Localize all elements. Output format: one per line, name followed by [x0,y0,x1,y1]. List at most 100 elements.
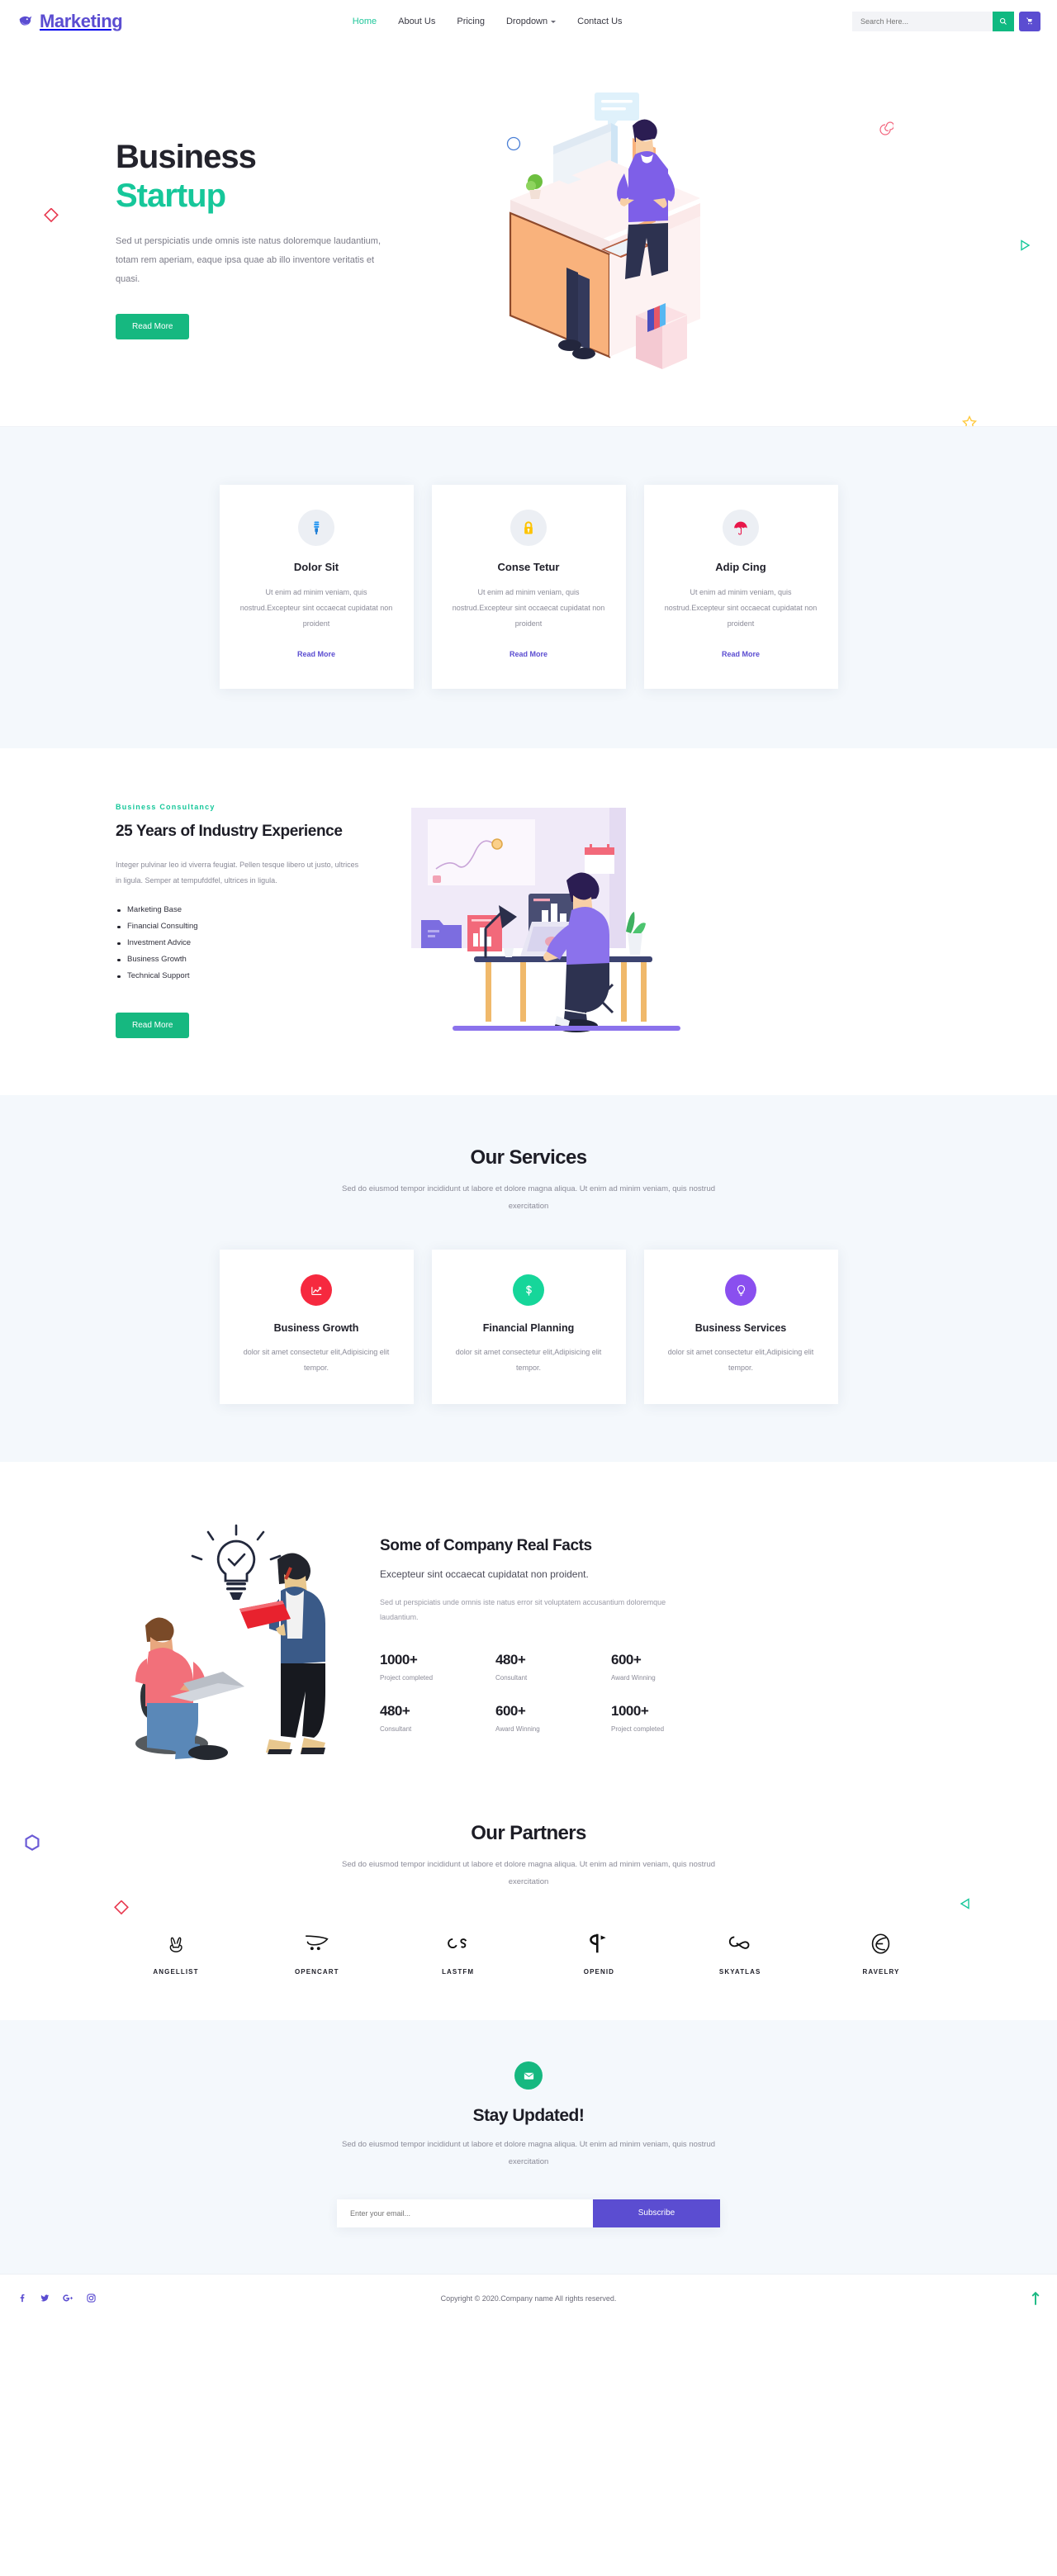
hero-title-line1: Business [116,138,257,175]
feature-card-title: Conse Tetur [497,561,560,573]
experience-illustration [388,801,718,1041]
openid-icon [588,1929,609,1957]
nav-link-dropdown[interactable]: Dropdown [505,17,557,26]
newsletter-subtitle: Sed do eiusmod tempor incididunt ut labo… [341,2140,716,2166]
chevron-down-icon [551,20,557,23]
deco-circle-outline [505,135,522,156]
feature-card-read-more[interactable]: Read More [722,650,760,658]
partners-subtitle: Sed do eiusmod tempor incididunt ut labo… [341,1860,716,1887]
partner-name: OPENID [583,1968,615,1976]
experience-title: 25 Years of Industry Experience [116,823,343,841]
search-box [852,12,1014,31]
deco-star-yellow [961,415,978,426]
partner-item[interactable]: OPENCART [272,1929,363,1976]
experience-list: Marketing Base Financial Consulting Inve… [116,905,363,980]
feature-card[interactable]: Dolor Sit Ut enim ad minim veniam, quis … [219,485,414,689]
stat-item: 480+ Consultant [380,1703,495,1733]
list-item: Financial Consulting [116,922,363,931]
stat-number: 1000+ [611,1702,649,1719]
navbar: Marketing Home About Us Pricing Dropdown… [0,0,1057,43]
copyright-text: Copyright © 2020.Company name All rights… [440,2294,617,2303]
facts-stats: 1000+ Project completed 480+ Consultant … [380,1652,727,1733]
feature-cards: Dolor Sit Ut enim ad minim veniam, quis … [116,485,941,689]
partner-item[interactable]: LASTFM [413,1929,504,1976]
feature-card-text: Ut enim ad minim veniam, quis nostrud.Ex… [239,588,393,628]
angellist-icon [165,1929,187,1957]
deco-hexagon [23,1834,41,1856]
back-to-top-button[interactable] [1031,2291,1040,2306]
feature-card-text: Ut enim ad minim veniam, quis nostrud.Ex… [452,588,605,628]
partners-title: Our Partners [471,1822,586,1845]
nav-link-dropdown-label: Dropdown [505,17,548,26]
search-input[interactable] [852,12,993,31]
facebook-icon[interactable] [17,2294,26,2303]
hero-copy: Business Startup Sed ut perspiciatis und… [116,130,446,340]
service-card[interactable]: Business Services dolor sit amet consect… [643,1250,838,1405]
google-plus-icon[interactable] [63,2294,73,2303]
feature-card-text: Ut enim ad minim veniam, quis nostrud.Ex… [664,588,818,628]
stat-label: Consultant [380,1724,412,1733]
facts-lead: Excepteur sint occaecat cupidatat non pr… [380,1568,589,1580]
service-card-title: Business Growth [273,1322,359,1335]
service-cards: Business Growth dolor sit amet consectet… [116,1250,941,1405]
hero-illustration [471,76,784,382]
facts-title: Some of Company Real Facts [380,1536,592,1554]
partner-item[interactable]: OPENID [553,1929,644,1976]
deco-square-red [44,207,59,227]
bird-logo-icon [17,12,35,31]
hero-title-line2: Startup [116,177,226,214]
nav-link-pricing-label: Pricing [457,17,485,26]
newsletter-section: Stay Updated! Sed do eiusmod tempor inci… [0,2020,1057,2274]
stat-item: 600+ Award Winning [611,1652,727,1682]
facts-section: Some of Company Real Facts Excepteur sin… [0,1462,1057,1790]
email-field[interactable] [337,2199,593,2227]
nav-link-pricing[interactable]: Pricing [457,17,485,26]
cart-button[interactable] [1019,12,1040,31]
partners-section: Our Partners Sed do eiusmod tempor incid… [0,1789,1057,2021]
opencart-icon [305,1929,329,1957]
hero-paragraph: Sed ut perspiciatis unde omnis iste natu… [116,236,382,285]
partner-item[interactable]: RAVELRY [836,1929,927,1976]
list-item: Marketing Base [116,905,363,914]
nav-link-about-us[interactable]: About Us [398,17,435,26]
instagram-icon[interactable] [86,2294,96,2303]
experience-read-more-button[interactable]: Read More [116,1012,190,1038]
nav-link-contact-us[interactable]: Contact Us [577,17,622,26]
service-card[interactable]: Business Growth dolor sit amet consectet… [219,1250,414,1405]
navbar-actions [852,12,1040,31]
facts-illustration [116,1508,363,1761]
feature-card-read-more[interactable]: Read More [297,650,335,658]
lock-icon [510,510,547,546]
partner-item[interactable]: ANGELLIST [130,1929,221,1976]
feature-card-read-more[interactable]: Read More [510,650,547,658]
nav-link-home-label: Home [352,17,377,26]
service-card-title: Financial Planning [482,1322,575,1335]
deco-triangle-left-green [958,1896,973,1915]
bulb-idea-icon [725,1274,756,1307]
feature-card[interactable]: Conse Tetur Ut enim ad minim veniam, qui… [431,485,626,689]
stat-label: Award Winning [611,1673,656,1682]
stat-label: Project completed [611,1724,665,1733]
ravelry-icon [870,1929,892,1957]
subscribe-button[interactable]: Subscribe [593,2199,720,2227]
hero-title: Business Startup [116,138,446,216]
search-button[interactable] [993,12,1014,31]
brand-logo-link[interactable]: Marketing [17,11,123,32]
envelope-icon [514,2061,543,2090]
stat-number: 480+ [495,1651,526,1668]
services-section: Our Services Sed do eiusmod tempor incid… [0,1094,1057,1463]
stat-number: 480+ [380,1702,410,1719]
brand-name: Marketing [40,11,123,31]
nav-link-contact-us-label: Contact Us [577,17,623,26]
partner-item[interactable]: SKYATLAS [694,1929,785,1976]
umbrella-icon [723,510,759,546]
search-icon [999,17,1007,25]
hero-read-more-button[interactable]: Read More [116,314,190,340]
twitter-icon[interactable] [40,2294,50,2303]
stat-item: 1000+ Project completed [611,1703,727,1733]
stat-item: 480+ Consultant [495,1652,611,1682]
nav-link-home[interactable]: Home [353,17,377,26]
service-card[interactable]: Financial Planning dolor sit amet consec… [431,1250,626,1405]
feature-card[interactable]: Adip Cing Ut enim ad minim veniam, quis … [643,485,838,689]
partner-name: RAVELRY [862,1968,900,1976]
